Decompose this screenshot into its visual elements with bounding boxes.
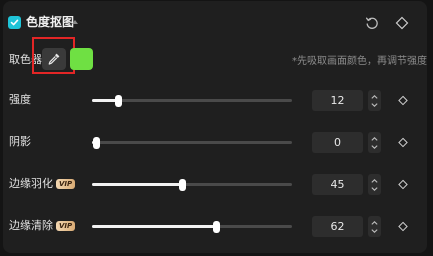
- slider-label: 边缘羽化: [9, 177, 53, 190]
- eyedropper-icon: [48, 53, 60, 65]
- eyedropper-button[interactable]: [42, 48, 66, 70]
- slider-track[interactable]: [92, 94, 292, 107]
- keyframe-diamond-icon[interactable]: [398, 137, 408, 147]
- chevron-down-icon[interactable]: [371, 144, 378, 149]
- value-stepper[interactable]: [368, 90, 381, 111]
- value-input[interactable]: 0: [312, 132, 363, 153]
- chevron-up-icon[interactable]: [371, 220, 378, 225]
- chevron-up-icon[interactable]: [371, 94, 378, 99]
- chevron-down-icon[interactable]: [371, 186, 378, 191]
- section-title: 色度抠图: [26, 15, 75, 29]
- slider-label: 边缘清除: [9, 219, 53, 232]
- value-stepper[interactable]: [368, 174, 381, 195]
- slider-label: 强度: [9, 93, 31, 106]
- chevron-down-icon[interactable]: [371, 102, 378, 107]
- keyframe-diamond-icon[interactable]: [398, 95, 408, 105]
- slider-fill: [92, 183, 182, 186]
- color-picker-hint: *先吸取画面颜色，再调节强度: [292, 56, 427, 67]
- vip-badge: VIP: [56, 179, 76, 189]
- slider-label: 阴影: [9, 135, 31, 148]
- value-stepper[interactable]: [368, 216, 381, 237]
- value-stepper[interactable]: [368, 132, 381, 153]
- chevron-up-icon[interactable]: [371, 178, 378, 183]
- slider-thumb[interactable]: [92, 136, 100, 149]
- slider-fill: [92, 225, 216, 228]
- selected-color-swatch[interactable]: [70, 48, 93, 70]
- chevron-down-icon[interactable]: [371, 228, 378, 233]
- check-icon: [10, 19, 19, 26]
- slider-track[interactable]: [92, 178, 292, 191]
- value-input[interactable]: 62: [312, 216, 363, 237]
- keyframe-diamond-icon[interactable]: [398, 221, 408, 231]
- slider-thumb[interactable]: [178, 178, 186, 191]
- slider-thumb[interactable]: [114, 94, 122, 107]
- value-input[interactable]: 12: [312, 90, 363, 111]
- reset-icon[interactable]: [364, 15, 380, 31]
- value-input[interactable]: 45: [312, 174, 363, 195]
- vip-badge: VIP: [56, 221, 76, 231]
- keyframe-diamond-icon[interactable]: [394, 15, 410, 31]
- slider-thumb[interactable]: [212, 220, 220, 233]
- slider-track[interactable]: [92, 220, 292, 233]
- slider-track[interactable]: [92, 136, 292, 149]
- enable-checkbox[interactable]: [8, 16, 21, 29]
- collapse-caret-icon[interactable]: [72, 20, 78, 24]
- chevron-up-icon[interactable]: [371, 136, 378, 141]
- keyframe-diamond-icon[interactable]: [398, 179, 408, 189]
